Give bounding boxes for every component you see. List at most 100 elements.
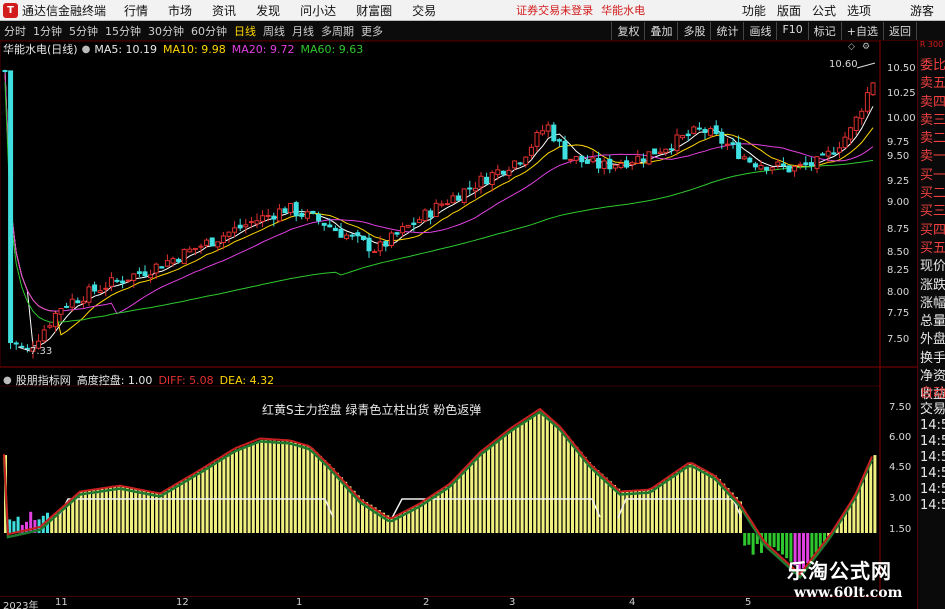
- tool-add-watch[interactable]: +自选: [840, 22, 883, 40]
- main-settings-icon[interactable]: ●: [82, 44, 91, 55]
- quote-buy2[interactable]: 买二: [918, 185, 945, 203]
- menu-market[interactable]: 市场: [168, 2, 192, 19]
- low-price-label: 7.33: [30, 346, 53, 357]
- candle-body: [467, 187, 473, 190]
- period-multi[interactable]: 多周期: [321, 23, 354, 39]
- indicator-bar: [256, 441, 259, 533]
- quote-volume[interactable]: 总量: [918, 313, 945, 331]
- period-daily[interactable]: 日线: [234, 23, 256, 39]
- quote-buy4[interactable]: 买四: [918, 222, 945, 240]
- settings-gear-icon[interactable]: ⚙: [862, 42, 870, 52]
- quote-sell4[interactable]: 卖四: [918, 94, 945, 112]
- period-60min[interactable]: 60分钟: [191, 23, 227, 39]
- quote-change[interactable]: 涨跌: [918, 277, 945, 295]
- quote-sell5[interactable]: 卖五: [918, 75, 945, 93]
- menu-quotes[interactable]: 行情: [124, 2, 148, 19]
- auto-label[interactable]: 自动: [920, 386, 945, 402]
- candle-body: [780, 163, 786, 167]
- candle-body: [344, 234, 350, 240]
- quote-ratio[interactable]: 委比: [918, 57, 945, 75]
- menu-formula[interactable]: 公式: [812, 2, 836, 19]
- candle-body: [685, 133, 691, 137]
- candle-body: [820, 153, 826, 156]
- period-timeshare[interactable]: 分时: [4, 23, 26, 39]
- indicator-bar: [130, 487, 133, 533]
- candle-body: [58, 308, 64, 315]
- candle-body: [92, 284, 98, 292]
- quote-sell3[interactable]: 卖三: [918, 112, 945, 130]
- indicator-bar: [293, 442, 297, 533]
- indicator-bar: [340, 477, 343, 533]
- period-1min[interactable]: 1分钟: [33, 23, 62, 39]
- menu-wealth[interactable]: 财富圈: [356, 2, 392, 19]
- candle-body: [293, 202, 299, 217]
- sub-settings-icon[interactable]: ●: [3, 375, 12, 386]
- candle-body: [579, 155, 585, 163]
- period-weekly[interactable]: 周线: [263, 23, 285, 39]
- quote-price[interactable]: 现价: [918, 258, 945, 276]
- tool-back[interactable]: 返回: [883, 22, 917, 40]
- tool-overlay[interactable]: 叠加: [644, 22, 677, 40]
- guest-user[interactable]: 游客: [910, 2, 934, 19]
- indicator-bar: [503, 435, 507, 533]
- quote-outer[interactable]: 外盘: [918, 331, 945, 349]
- price-tick: 8.25: [887, 265, 910, 276]
- menu-function[interactable]: 功能: [742, 2, 766, 19]
- indicator-bar: [264, 440, 268, 533]
- period-monthly[interactable]: 月线: [292, 23, 314, 39]
- indicator-bar: [583, 456, 587, 533]
- indicator-bar: [83, 490, 87, 533]
- price-tick: 7.50: [887, 334, 910, 345]
- candle-body: [198, 245, 204, 248]
- candle-body: [254, 220, 260, 225]
- menu-layout[interactable]: 版面: [777, 2, 801, 19]
- quote-buy5[interactable]: 买五: [918, 240, 945, 258]
- tool-f10[interactable]: F10: [776, 22, 807, 40]
- menu-trade[interactable]: 交易: [412, 2, 436, 19]
- tool-stats[interactable]: 统计: [710, 22, 743, 40]
- candle-body: [797, 163, 803, 166]
- menu-options[interactable]: 选项: [847, 2, 871, 19]
- period-more[interactable]: 更多: [361, 23, 383, 39]
- quote-net-asset[interactable]: 净资: [918, 368, 945, 386]
- menu-ask[interactable]: 问小达: [300, 2, 336, 19]
- quote-sell2[interactable]: 卖二: [918, 130, 945, 148]
- candle-body: [215, 241, 221, 248]
- quote-buy1[interactable]: 买一: [918, 167, 945, 185]
- period-15min[interactable]: 15分钟: [105, 23, 141, 39]
- tool-mark[interactable]: 标记: [807, 22, 841, 40]
- quote-sell1[interactable]: 卖一: [918, 148, 945, 166]
- indicator-bar: [88, 490, 91, 533]
- price-tick: 9.75: [887, 137, 910, 148]
- quote-buy3[interactable]: 买三: [918, 203, 945, 221]
- candle-body: [534, 132, 540, 147]
- candle-body: [853, 116, 859, 131]
- candle-body: [2, 70, 8, 73]
- candle-body: [142, 271, 148, 277]
- auto-trade[interactable]: 自动 交易 14:5 14:5 14:5 14:5 14:5 14:5: [918, 386, 945, 514]
- menu-news[interactable]: 资讯: [212, 2, 236, 19]
- indicator-bar: [235, 449, 238, 533]
- indicator-bar: [487, 447, 490, 533]
- price-chart[interactable]: ◇ ⚙: [0, 41, 917, 597]
- moving-average-lines: [4, 70, 874, 347]
- indicator-bar: [428, 497, 432, 533]
- indicator-bar: [470, 463, 474, 533]
- tool-adjust[interactable]: 复权: [611, 22, 644, 40]
- period-30min[interactable]: 30分钟: [148, 23, 184, 39]
- login-alert[interactable]: 证券交易未登录: [516, 2, 593, 18]
- ma5-value: MA5: 10.19: [94, 42, 158, 56]
- tool-multi-stock[interactable]: 多股: [677, 22, 710, 40]
- menu-discover[interactable]: 发现: [256, 2, 280, 19]
- trade-label[interactable]: 交易: [920, 402, 945, 418]
- quote-turnover[interactable]: 换手: [918, 350, 945, 368]
- tool-draw[interactable]: 画线: [743, 22, 776, 40]
- indicator-bar: [260, 439, 264, 533]
- diamond-icon[interactable]: ◇: [848, 42, 855, 52]
- candle-body: [131, 273, 137, 281]
- indicator-bar: [146, 490, 150, 533]
- candle-body: [836, 147, 842, 153]
- period-5min[interactable]: 5分钟: [69, 23, 98, 39]
- quote-change-pct[interactable]: 涨幅: [918, 295, 945, 313]
- indicator-bar: [655, 485, 658, 533]
